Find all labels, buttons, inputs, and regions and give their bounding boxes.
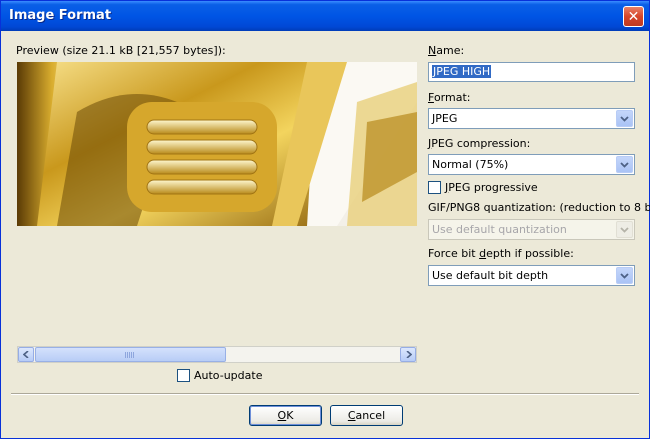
close-button[interactable]: ✕ [623,6,644,27]
title-bar[interactable]: Image Format ✕ [1,1,649,31]
chevron-down-icon [620,161,629,168]
preview-horizontal-scrollbar[interactable] [17,346,417,363]
ok-button-label: OK [277,409,294,422]
chevron-down-icon [620,226,629,233]
cancel-button-label: Cancel [347,409,386,422]
scroll-left-button[interactable] [18,347,34,362]
jpeg-progressive-label[interactable]: JPEG progressive [445,181,538,194]
auto-update-checkbox[interactable] [177,369,190,382]
scroll-right-button[interactable] [400,347,416,362]
image-format-dialog: Image Format ✕ Preview (size 21.1 kB [21… [0,0,650,439]
chevron-down-icon [620,115,629,122]
format-label: Format: [428,91,471,104]
chevron-right-icon [405,351,412,358]
quantization-value: Use default quantization [432,223,567,236]
chevron-down-icon [620,272,629,279]
bit-depth-value: Use default bit depth [432,269,549,282]
quantization-dropdown-button [616,221,633,238]
jpeg-progressive-checkbox[interactable] [428,181,441,194]
preview-image [17,62,417,226]
format-select[interactable]: JPEG [428,108,635,129]
cancel-button[interactable]: Cancel [330,405,403,426]
format-dropdown-button[interactable] [616,110,633,127]
bit-depth-label: Force bit depth if possible: [428,247,574,260]
close-icon: ✕ [627,8,640,25]
name-input-value: JPEG HIGH [432,65,492,78]
image-preview [17,62,417,226]
bit-depth-dropdown-button[interactable] [616,267,633,284]
name-label: Name: [428,44,465,57]
preview-label: Preview (size 21.1 kB [21,557 bytes]): [16,44,226,57]
auto-update-label[interactable]: Auto-update [194,369,262,382]
chevron-left-icon [22,351,29,358]
bit-depth-select[interactable]: Use default bit depth [428,265,635,286]
quantization-label: GIF/PNG8 quantization: (reduction to 8 b… [428,201,650,214]
jpeg-compression-dropdown-button[interactable] [616,156,633,173]
dialog-separator [11,393,639,395]
jpeg-compression-value: Normal (75%) [432,158,509,171]
quantization-select: Use default quantization [428,219,635,240]
format-select-value: JPEG [432,112,458,125]
grip-icon [125,352,135,358]
ok-button[interactable]: OK [249,405,322,426]
dialog-title: Image Format [9,8,112,23]
jpeg-compression-label: JPEG compression: [428,137,531,150]
jpeg-compression-select[interactable]: Normal (75%) [428,154,635,175]
name-input[interactable]: JPEG HIGH [428,62,635,82]
scrollbar-thumb[interactable] [35,347,226,362]
